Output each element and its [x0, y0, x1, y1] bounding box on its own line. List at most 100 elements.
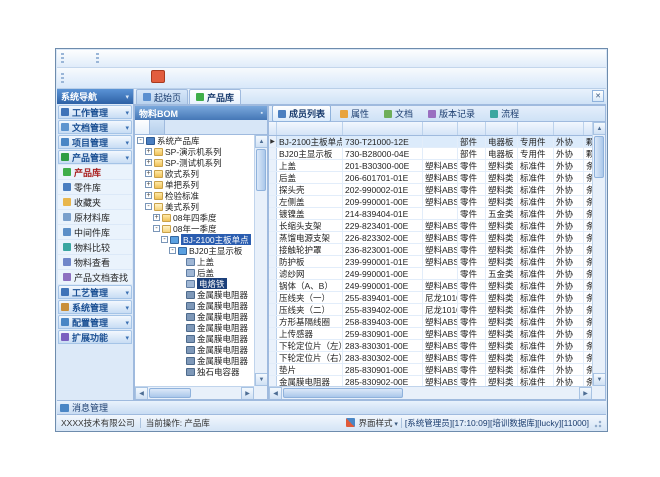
ui-style-dropdown[interactable]: 界面样式: [358, 417, 397, 429]
column-header[interactable]: [518, 122, 554, 135]
column-header[interactable]: [584, 122, 592, 135]
table-row[interactable]: 垫片 285-830901-00E 塑料ABS 零件 塑料类 标准件 外协 条: [269, 364, 592, 376]
tree-expander-icon[interactable]: +: [145, 148, 152, 155]
table-row[interactable]: 金属膜电阻器 285-830902-00E 塑料ABS 零件 塑料类 标准件 外…: [269, 376, 592, 386]
nav-entry[interactable]: 工作管理: [58, 105, 132, 119]
scrollbar-thumb[interactable]: [256, 149, 266, 191]
nav-entry[interactable]: 项目管理: [58, 135, 132, 149]
nav-entry[interactable]: 配置管理: [58, 315, 132, 329]
scroll-down-icon[interactable]: ▼: [593, 373, 605, 386]
table-vertical-scrollbar[interactable]: ▲ ▼: [592, 122, 605, 386]
scroll-up-icon[interactable]: ▲: [255, 135, 267, 148]
tree-node[interactable]: + SP-演示机系列: [135, 146, 254, 157]
tree-expander-icon[interactable]: +: [145, 170, 152, 177]
tree-node[interactable]: 金属膜电阻器: [135, 333, 254, 344]
table-row[interactable]: 后盖 206-601701-01E 塑料ABS 零件 塑料类 标准件 外协 条: [269, 172, 592, 184]
version-tab[interactable]: [150, 120, 165, 134]
table-row[interactable]: 压线夹（一） 255-839401-00E 尼龙1010 零件 塑料类 标准件 …: [269, 292, 592, 304]
tree-node[interactable]: 金属膜电阻器: [135, 300, 254, 311]
scroll-right-icon[interactable]: ▶: [579, 387, 592, 399]
member-tab[interactable]: 文档: [378, 105, 419, 122]
menu-item[interactable]: [68, 57, 80, 61]
member-tab[interactable]: 流程: [484, 105, 525, 122]
tree-horizontal-scrollbar[interactable]: ◀ ▶: [135, 386, 254, 399]
message-panel-header[interactable]: 消息管理: [57, 400, 606, 414]
tree-node[interactable]: 金属膜电阻器: [135, 355, 254, 366]
tree-node[interactable]: 独石电容器: [135, 366, 254, 377]
column-header[interactable]: [458, 122, 486, 135]
table-row[interactable]: 接触轮护罩 236-823001-00E 塑料ABS 零件 塑料类 标准件 外协…: [269, 244, 592, 256]
nav-entry[interactable]: 产品管理: [58, 150, 132, 164]
tree-expander-icon[interactable]: +: [145, 192, 152, 199]
toolbar-button-icon[interactable]: [91, 70, 108, 86]
nav-entry[interactable]: 文档管理: [58, 120, 132, 134]
toolbar-grip[interactable]: [61, 53, 64, 64]
table-row[interactable]: 下轮定位片（左） 283-830301-00E 塑料ABS 零件 塑料类 标准件…: [269, 340, 592, 352]
tree-node[interactable]: + 检验标准: [135, 190, 254, 201]
table-row[interactable]: BJ20主显示板 730-B28000-04E 部件 电器板 专用件 外协 颗: [269, 148, 592, 160]
nav-entry[interactable]: 工艺管理: [58, 285, 132, 299]
tree-node[interactable]: - BJ20主显示板: [135, 245, 254, 256]
nav-entry[interactable]: 扩展功能: [58, 330, 132, 344]
table-row[interactable]: 上盖 201-B30300-00E 塑料ABS 零件 塑料类 标准件 外协 条: [269, 160, 592, 172]
nav-entry[interactable]: 产品文档查找: [58, 270, 132, 284]
tree-node[interactable]: + SP-测试机系列: [135, 157, 254, 168]
table-row[interactable]: 左侧盖 209-990001-00E 塑料ABS 零件 塑料类 标准件 外协 条: [269, 196, 592, 208]
tree-node[interactable]: 电烙铁: [135, 278, 254, 289]
nav-entry[interactable]: 物料查看: [58, 255, 132, 269]
close-icon[interactable]: ✕: [592, 90, 604, 102]
tree-node[interactable]: - 08年一季度: [135, 223, 254, 234]
scroll-down-icon[interactable]: ▼: [255, 373, 267, 386]
tree-expander-icon[interactable]: -: [137, 137, 144, 144]
column-header[interactable]: [277, 122, 343, 135]
member-tab[interactable]: 版本记录: [422, 105, 481, 122]
column-header[interactable]: [269, 122, 277, 135]
tree-node[interactable]: + 单把系列: [135, 179, 254, 190]
tree-node[interactable]: - 美式系列: [135, 201, 254, 212]
table-row[interactable]: 方形基隔线圈 258-839403-00E 塑料ABS 零件 塑料类 标准件 外…: [269, 316, 592, 328]
tree-node[interactable]: 上盖: [135, 256, 254, 267]
table-row[interactable]: 镀镍盖 214-839404-01E 零件 五金类 标准件 外协 条: [269, 208, 592, 220]
table-row[interactable]: 下轮定位片（右） 283-830302-00E 塑料ABS 零件 塑料类 标准件…: [269, 352, 592, 364]
scroll-left-icon[interactable]: ◀: [269, 387, 282, 399]
document-tab[interactable]: 产品库: [189, 89, 241, 104]
toolbar-button-icon[interactable]: [111, 70, 128, 86]
nav-entry[interactable]: 中间件库: [58, 225, 132, 239]
nav-entry[interactable]: 产品库: [58, 165, 132, 179]
table-row[interactable]: 滤纱网 249-990001-00E 零件 五金类 标准件 外协 条: [269, 268, 592, 280]
table-row[interactable]: 防护板 239-990001-01E 塑料ABS 零件 塑料类 标准件 外协 条: [269, 256, 592, 268]
tree-node[interactable]: - 系统产品库: [135, 135, 254, 146]
table-row[interactable]: BJ-2100主板单点 730-T21000-12E 部件 电器板 专用件 外协…: [269, 136, 592, 148]
tree-expander-icon[interactable]: -: [169, 247, 176, 254]
scroll-up-icon[interactable]: ▲: [593, 122, 605, 135]
table-row[interactable]: 锅体（A、B） 249-990001-00E 塑料ABS 零件 塑料类 标准件 …: [269, 280, 592, 292]
tree-expander-icon[interactable]: +: [145, 181, 152, 188]
column-header[interactable]: [554, 122, 584, 135]
tree-expander-icon[interactable]: -: [153, 225, 160, 232]
table-row[interactable]: 长缩头支架 229-823401-00E 塑料ABS 零件 塑料类 标准件 外协…: [269, 220, 592, 232]
nav-entry[interactable]: 收藏夹: [58, 195, 132, 209]
table-row[interactable]: 压线夹（二） 255-839402-00E 尼龙1010 零件 塑料类 标准件 …: [269, 304, 592, 316]
tree-node[interactable]: + 欧式系列: [135, 168, 254, 179]
tree-expander-icon[interactable]: +: [153, 214, 160, 221]
scrollbar-thumb[interactable]: [283, 388, 403, 398]
menu-item[interactable]: [115, 57, 127, 61]
tree-node[interactable]: 金属膜电阻器: [135, 289, 254, 300]
menu-item[interactable]: [103, 57, 115, 61]
resize-grip[interactable]: [592, 418, 602, 428]
scroll-right-icon[interactable]: ▶: [241, 387, 254, 399]
tree-expander-icon[interactable]: -: [161, 236, 168, 243]
member-tab[interactable]: 属性: [334, 105, 375, 122]
toolbar-grip[interactable]: [96, 53, 99, 64]
document-tab[interactable]: 起始页: [136, 89, 188, 104]
nav-entry[interactable]: 物料比较: [58, 240, 132, 254]
scroll-left-icon[interactable]: ◀: [135, 387, 148, 399]
table-horizontal-scrollbar[interactable]: ◀ ▶: [269, 386, 592, 399]
nav-entry[interactable]: 零件库: [58, 180, 132, 194]
table-row[interactable]: 蒸馏电源支架 226-823302-00E 塑料ABS 零件 塑料类 标准件 外…: [269, 232, 592, 244]
table-row[interactable]: 探头壳 202-990002-01E 塑料ABS 零件 塑料类 标准件 外协 条: [269, 184, 592, 196]
menu-item[interactable]: [127, 57, 139, 61]
toolbar-button-icon[interactable]: [151, 70, 165, 83]
nav-entry[interactable]: 系统管理: [58, 300, 132, 314]
member-tab[interactable]: 成员列表: [272, 105, 331, 122]
